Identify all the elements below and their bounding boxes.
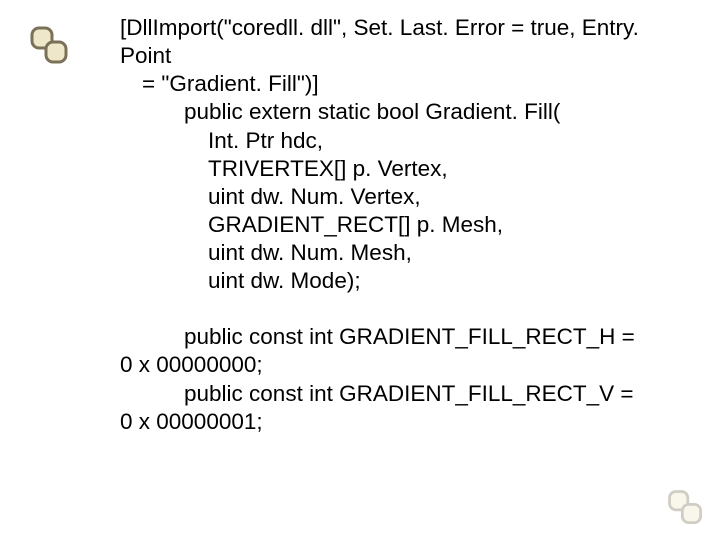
code-line: uint dw. Mode); xyxy=(120,267,680,295)
code-line: uint dw. Num. Vertex, xyxy=(120,183,680,211)
code-line: 0 x 00000001; xyxy=(120,408,680,436)
blank-line xyxy=(120,295,680,323)
chain-link-icon xyxy=(26,22,74,70)
code-line: public extern static bool Gradient. Fill… xyxy=(120,98,680,126)
slide: [DllImport("coredll. dll", Set. Last. Er… xyxy=(0,0,720,540)
code-line: 0 x 00000000; xyxy=(120,351,680,379)
code-line: = "Gradient. Fill")] xyxy=(120,70,680,98)
code-line: GRADIENT_RECT[] p. Mesh, xyxy=(120,211,680,239)
code-block: [DllImport("coredll. dll", Set. Last. Er… xyxy=(120,14,680,436)
code-line: public const int GRADIENT_FILL_RECT_V = xyxy=(120,380,680,408)
code-line: TRIVERTEX[] p. Vertex, xyxy=(120,155,680,183)
code-line: uint dw. Num. Mesh, xyxy=(120,239,680,267)
code-line: Int. Ptr hdc, xyxy=(120,127,680,155)
code-line: public const int GRADIENT_FILL_RECT_H = xyxy=(120,323,680,351)
chain-link-icon xyxy=(664,486,708,530)
code-line: [DllImport("coredll. dll", Set. Last. Er… xyxy=(120,14,680,70)
